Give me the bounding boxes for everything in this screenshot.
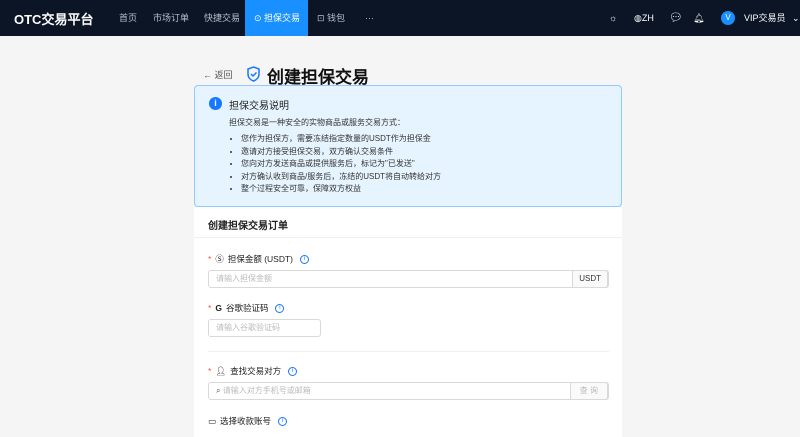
shield-check-icon: ⊙ [254, 13, 265, 23]
bell-icon[interactable]: 🔔︎ [693, 0, 704, 36]
google-code-input[interactable]: 请输入谷歌验证码 [208, 319, 321, 337]
nav-escrow-label: 担保交易 [264, 13, 301, 23]
back-button[interactable]: ← 返回 [203, 68, 233, 81]
list-item: 您向对方发送商品或提供服务后，标记为"已发送" [241, 158, 441, 171]
account-label-text: 选择收款账号 [220, 416, 272, 426]
nav-wallet-label: 钱包 [327, 13, 346, 23]
info-icon[interactable]: i [278, 416, 288, 426]
info-icon[interactable]: i [288, 366, 298, 376]
google-label: * G 谷歌验证码 i [208, 302, 285, 314]
nav-home[interactable]: 首页 [119, 0, 137, 36]
list-item: 邀请对方接受担保交易，双方确认交易条件 [241, 146, 441, 159]
amount-label-text: 担保金额 (USDT) [227, 254, 293, 264]
info-desc: 担保交易是一种安全的实物商品或服务交易方式： [229, 118, 405, 127]
user-name: VIP交易员 [744, 13, 786, 23]
logo[interactable]: OTC交易平台 [14, 9, 93, 28]
user-menu[interactable]: VIP交易员 ⌄ [744, 0, 800, 36]
party-search-input[interactable]: ⌕ 请输入对方手机号或邮箱 查 询 [208, 382, 609, 400]
language-switch[interactable]: ◍ZH [634, 0, 654, 36]
amount-input[interactable]: 请输入担保金额 USDT [208, 270, 609, 288]
divider [208, 351, 609, 352]
list-item: 对方确认收到商品/服务后，冻结的USDT将自动转给对方 [241, 171, 441, 184]
amount-label: * Ⓢ 担保金额 (USDT) i [208, 253, 309, 265]
query-button[interactable]: 查 询 [569, 382, 608, 400]
search-icon: ⌕ [216, 386, 223, 395]
nav-market-orders[interactable]: 市场订单 [153, 0, 189, 36]
list-item: 您作为担保方，需要冻结指定数量的USDT作为担保金 [241, 133, 441, 146]
wallet-icon: ⊡ [317, 13, 328, 23]
usdt-addon: USDT [572, 270, 608, 288]
shield-check-icon [247, 66, 260, 82]
nav-wallet[interactable]: ⊡ 钱包 [317, 0, 345, 36]
globe-icon: ◍ [634, 13, 642, 23]
message-icon[interactable]: 💬︎ [669, 0, 683, 36]
divider [194, 237, 622, 238]
user-icon: 👤︎ [215, 365, 227, 376]
nav-escrow[interactable]: ⊙ 担保交易 [245, 0, 308, 36]
info-icon[interactable]: i [300, 254, 309, 264]
escrow-info-alert: i 担保交易说明 担保交易是一种安全的实物商品或服务交易方式： 您作为担保方，需… [194, 85, 622, 207]
escrow-form-card: 创建担保交易订单 * Ⓢ 担保金额 (USDT) i 请输入担保金额 USDT * G 谷歌… [194, 207, 622, 437]
form-title: 创建担保交易订单 [208, 221, 288, 232]
back-label: 返回 [214, 70, 233, 80]
dollar-icon: Ⓢ [215, 254, 224, 264]
info-list: 您作为担保方，需要冻结指定数量的USDT作为担保金 邀请对方接受担保交易，双方确… [241, 133, 441, 196]
info-icon: i [209, 97, 222, 110]
card-icon: ▭ [208, 415, 217, 426]
theme-sun-icon[interactable]: ☼ [609, 0, 617, 36]
info-icon[interactable]: i [275, 303, 285, 313]
nav-more[interactable]: ··· [365, 0, 374, 36]
list-item: 整个过程安全可靠，保障双方权益 [241, 183, 441, 196]
party-label: * 👤︎ 查找交易对方 i [208, 365, 298, 377]
chevron-down-icon: ⌄ [792, 13, 800, 23]
nav-quick-trade[interactable]: 快捷交易 [204, 0, 240, 36]
avatar[interactable]: V [721, 11, 735, 25]
party-placeholder: 请输入对方手机号或邮箱 [222, 386, 311, 395]
amount-placeholder: 请输入担保金额 [216, 274, 272, 283]
language-label: ZH [641, 13, 654, 23]
account-label: ▭ 选择收款账号 i [208, 415, 288, 427]
info-title: 担保交易说明 [229, 101, 289, 112]
google-icon: G [215, 303, 222, 313]
google-label-text: 谷歌验证码 [225, 303, 269, 313]
top-nav: OTC交易平台 首页 市场订单 快捷交易 ⊙ 担保交易 ⊡ 钱包 ··· ☼ ◍… [0, 0, 800, 36]
arrow-left-icon: ← [203, 70, 215, 80]
party-label-text: 查找交易对方 [230, 366, 282, 376]
